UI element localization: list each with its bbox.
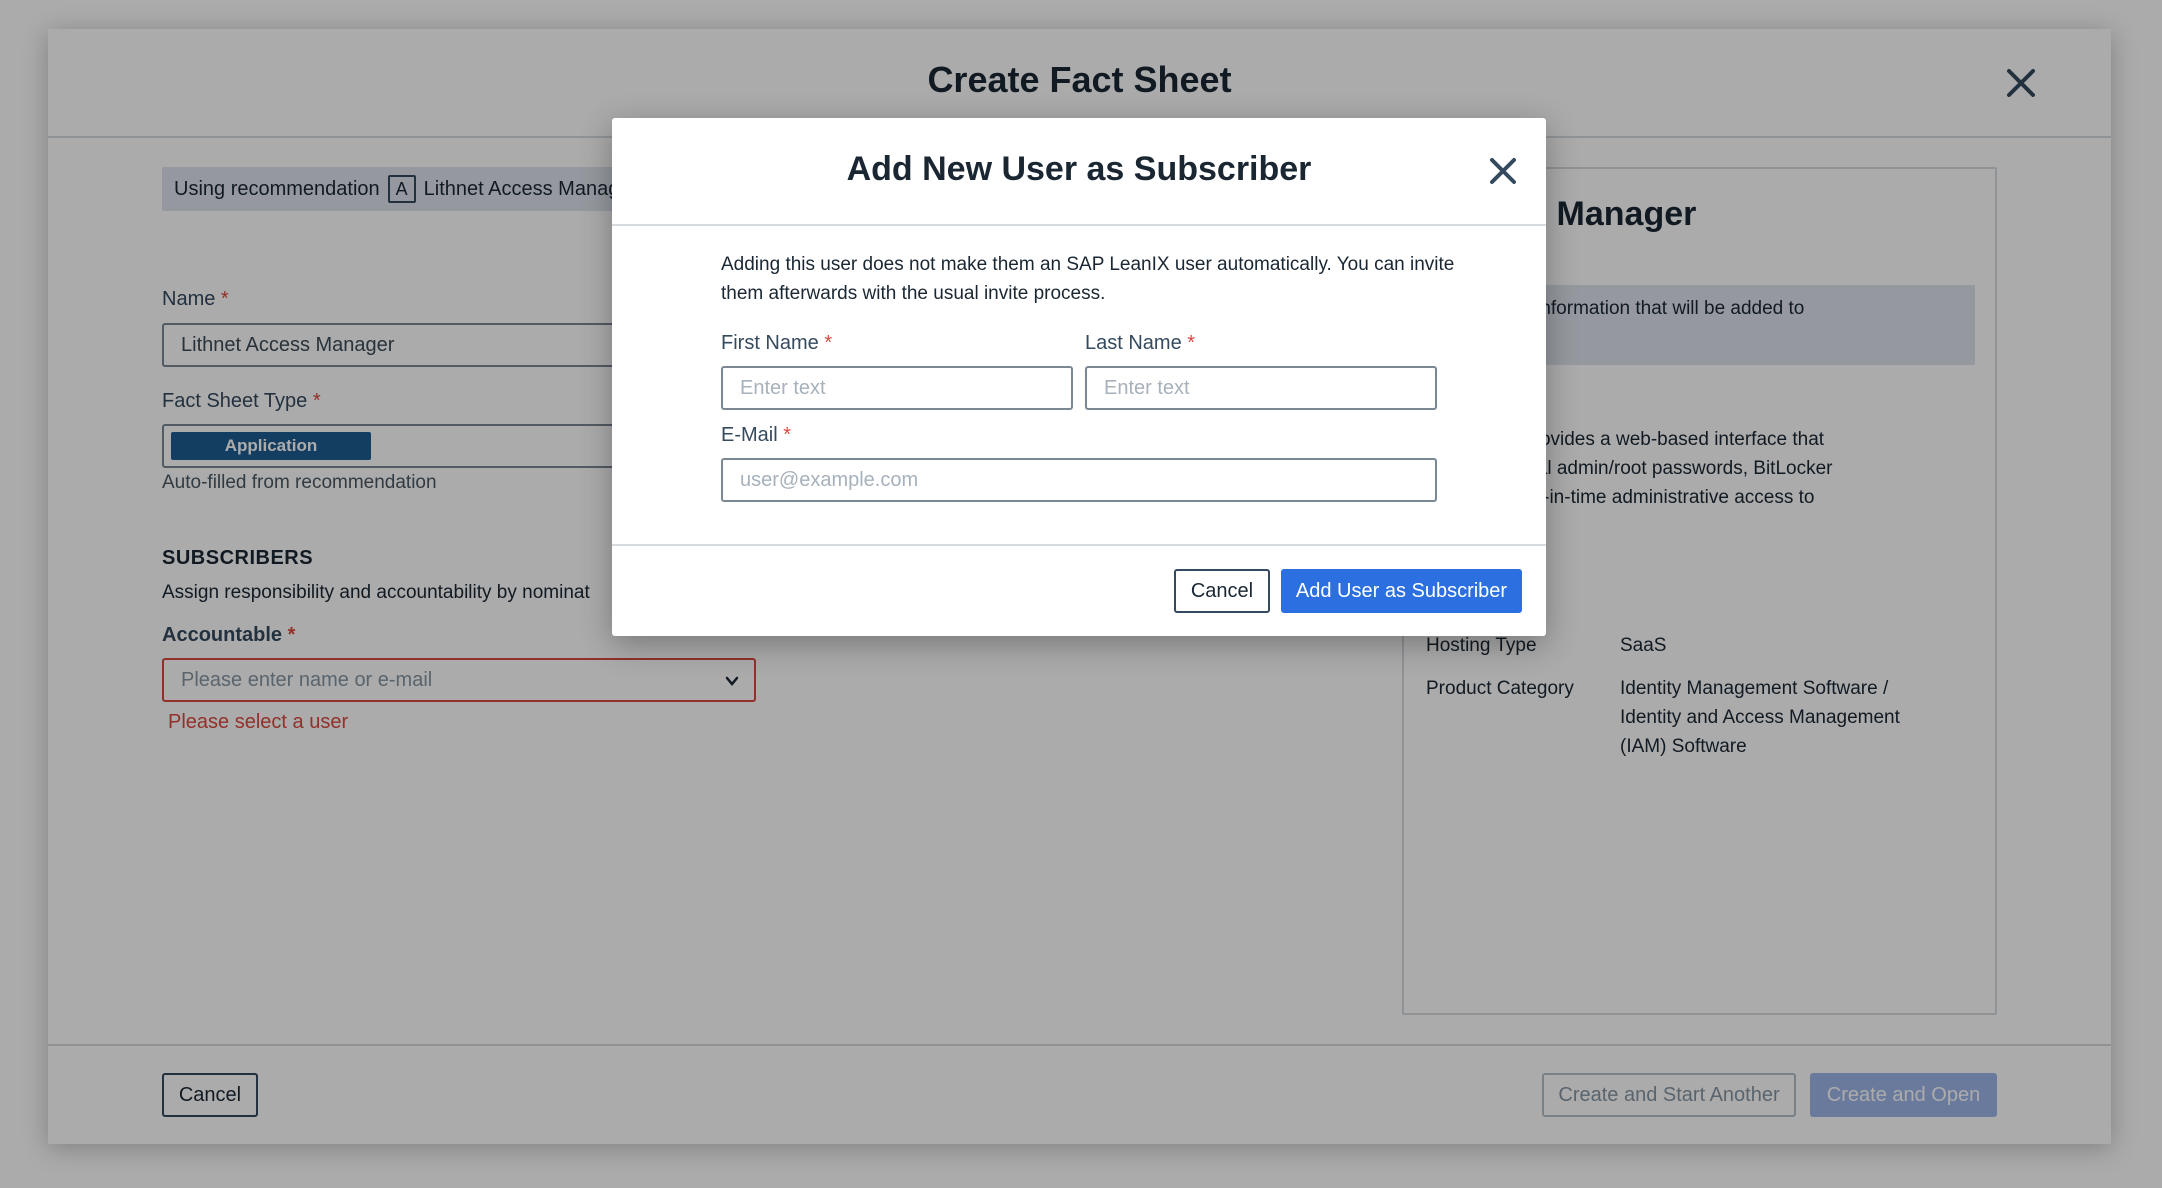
last-name-label: Last Name * <box>1085 332 1196 354</box>
last-name-input[interactable] <box>1085 366 1437 410</box>
add-user-as-subscriber-button[interactable]: Add User as Subscriber <box>1281 569 1522 613</box>
modal-cancel-button[interactable]: Cancel <box>1174 569 1270 613</box>
modal-info-text: Adding this user does not make them an S… <box>721 254 1455 304</box>
first-name-input[interactable] <box>721 366 1073 410</box>
email-input[interactable] <box>721 458 1437 502</box>
modal-footer: Cancel Add User as Subscriber <box>612 544 1546 636</box>
add-user-modal: Add New User as Subscriber Adding this u… <box>612 118 1546 636</box>
first-name-label: First Name * <box>721 332 833 354</box>
modal-title: Add New User as Subscriber <box>846 150 1312 188</box>
close-icon[interactable] <box>1484 152 1522 190</box>
email-label: E-Mail * <box>721 424 792 446</box>
modal-header: Add New User as Subscriber <box>612 118 1546 226</box>
